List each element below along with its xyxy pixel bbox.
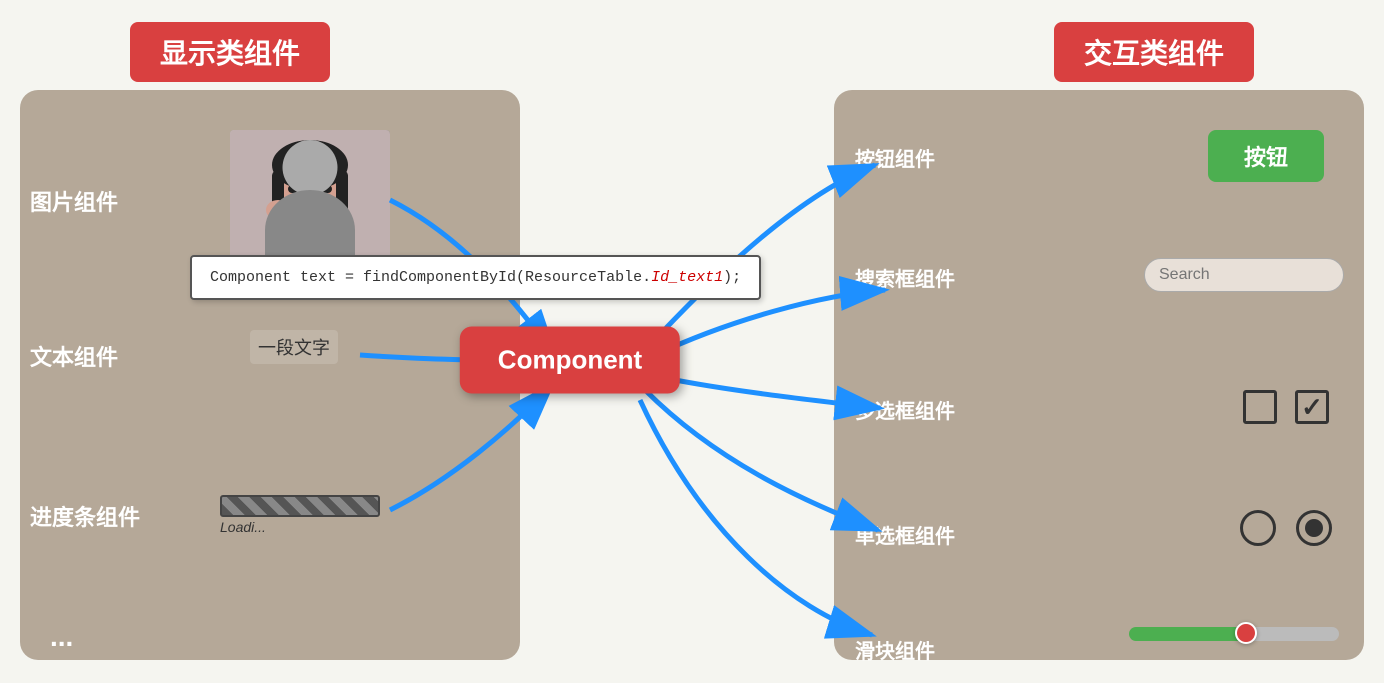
slider-rest [1245,627,1340,641]
more-items-dots: ... [50,621,73,653]
code-text-end: ); [723,269,741,286]
slider-thumb[interactable] [1235,622,1257,644]
progress-bar [220,495,380,517]
radio-inner-dot [1305,519,1323,537]
code-italic: Id_text1 [651,269,723,286]
progress-component-display: Loadi... [220,495,380,535]
radio-unchecked[interactable] [1240,510,1276,546]
checkbox-checked[interactable]: ✓ [1295,390,1329,424]
checkbox-component-demo: ✓ [1243,390,1329,424]
img-component-label: 图片组件 [30,185,118,217]
slider-fill [1129,627,1245,641]
checkbox-unchecked[interactable] [1243,390,1277,424]
text-component-label: 文本组件 [30,340,118,372]
radio-component-label: 单选框组件 [855,520,955,549]
code-text-start: Component text = findComponentById(Resou… [210,269,651,286]
radio-checked[interactable] [1296,510,1332,546]
slider-track [1129,627,1339,641]
text-component-display: 一段文字 [250,330,338,364]
search-component-label: 搜索框组件 [855,263,955,292]
progress-text: Loadi... [220,519,380,535]
left-header-label: 显示类组件 [130,22,330,82]
code-snippet: Component text = findComponentById(Resou… [190,255,761,300]
progress-component-label: 进度条组件 [30,500,140,532]
button-component-label: 按钮组件 [855,143,935,172]
button-component-demo[interactable]: 按钮 [1208,130,1324,182]
search-component-demo[interactable] [1144,258,1344,292]
search-input[interactable] [1159,266,1366,284]
checkbox-component-label: 多选框组件 [855,395,955,424]
slider-component-label: 滑块组件 [855,635,935,664]
right-header-label: 交互类组件 [1054,22,1254,82]
component-center-button[interactable]: Component [460,327,680,394]
radio-component-demo [1240,510,1332,546]
slider-component-demo[interactable] [1129,623,1339,645]
